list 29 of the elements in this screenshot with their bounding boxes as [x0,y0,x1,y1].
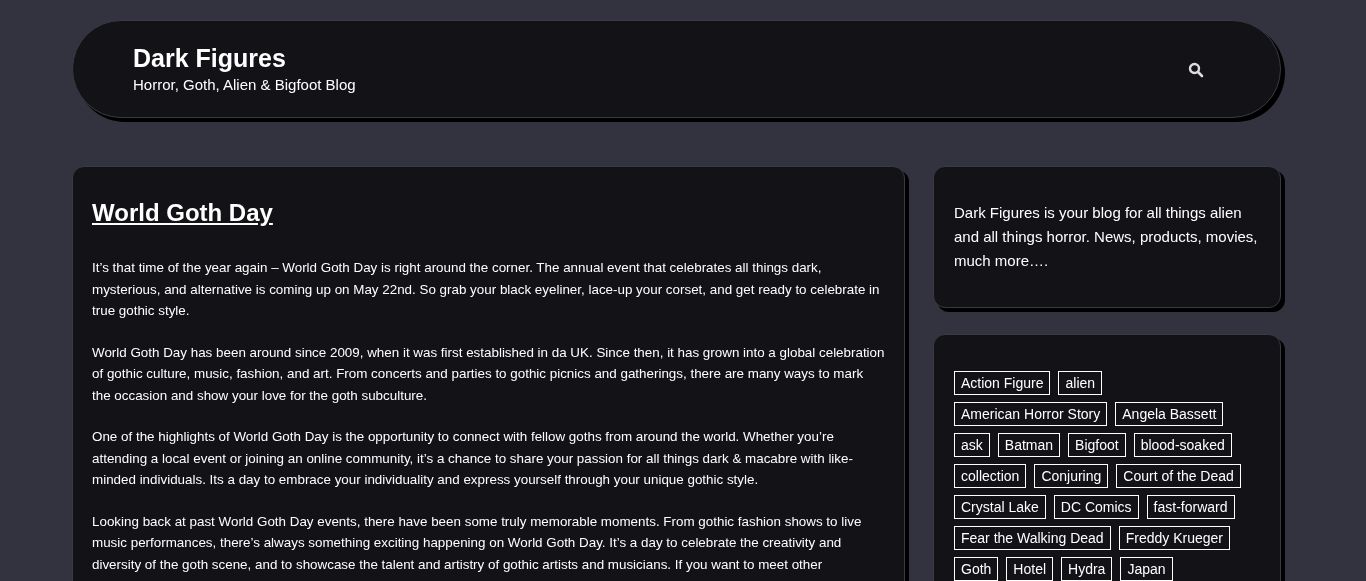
tag-link[interactable]: Freddy Krueger [1118,526,1230,550]
tag-link[interactable]: Hydra [1061,557,1113,581]
search-icon [1188,61,1204,78]
tag-link[interactable]: American Horror Story [954,402,1108,426]
tag-link[interactable]: Court of the Dead [1116,464,1241,488]
post-title[interactable]: World Goth Day [92,195,273,231]
post-paragraph: One of the highlights of World Goth Day is the opportunity to connect with fellow goths from around the world. Whether you’re attending a local event or joining an online community, it’s a chance to share your passion for all things dark & macabre with like-minded individuals. Its a day to embrace your individuality and express yourself through your unique gothic style. [92,428,854,489]
tag-link[interactable]: fast-forward [1146,495,1235,519]
post-paragraph: It’s that time of the year again – World Goth Day is right around the corner. The annual event that celebrates all things dark, mysterious, and alternative is coming up on May 22nd. So grab your black eyeliner, lace-up your corset, and get ready to celebrate in true gothic style. [92,259,881,320]
tag-link[interactable]: blood-soaked [1133,433,1232,457]
tag-link[interactable]: Conjuring [1034,464,1109,488]
tag-link[interactable]: Action Figure [954,371,1051,395]
tag-link[interactable]: Bigfoot [1068,433,1126,457]
tag-link[interactable]: ask [954,433,990,457]
tag-link[interactable]: Angela Bassett [1115,402,1224,426]
post-paragraph: Looking back at past World Goth Day events, there have been some truly memorable moments. From gothic fashion shows to live music performances, there’s always something exciting happening on World Goth Day. It’s a day to celebrate the creativity and diversity of the goth scene, and to showcase the talent and artistry of gothic artists and musicians. If you want to meet other [92,512,863,574]
tag-link[interactable]: alien [1058,371,1103,395]
tag-link[interactable]: Crystal Lake [954,495,1046,519]
site-title[interactable]: Dark Figures [133,41,356,74]
tag-link[interactable]: DC Comics [1053,495,1139,519]
site-tagline: Horror, Goth, Alien & Bigfoot Blog [133,75,356,95]
tag-link[interactable]: Japan [1120,557,1173,581]
tag-link[interactable]: Batman [997,433,1061,457]
about-text: Dark Figures is your blog for all things alien and all things horror. News, products, movies, much more…. [954,203,1259,271]
tag-link[interactable]: Fear the Walking Dead [954,526,1111,550]
tag-link[interactable]: Hotel [1006,557,1054,581]
tag-link[interactable]: collection [954,464,1027,488]
post-paragraph: World Goth Day has been around since 2009, when it was first established in da UK. Since then, it has grown into a global celebration of gothic culture, music, fashion, and art. From concerts and parties to gothic picnics and gatherings, there are many ways to mark the occasion and show your love for the goth subculture. [92,343,885,405]
tag-link[interactable]: Goth [954,557,999,581]
